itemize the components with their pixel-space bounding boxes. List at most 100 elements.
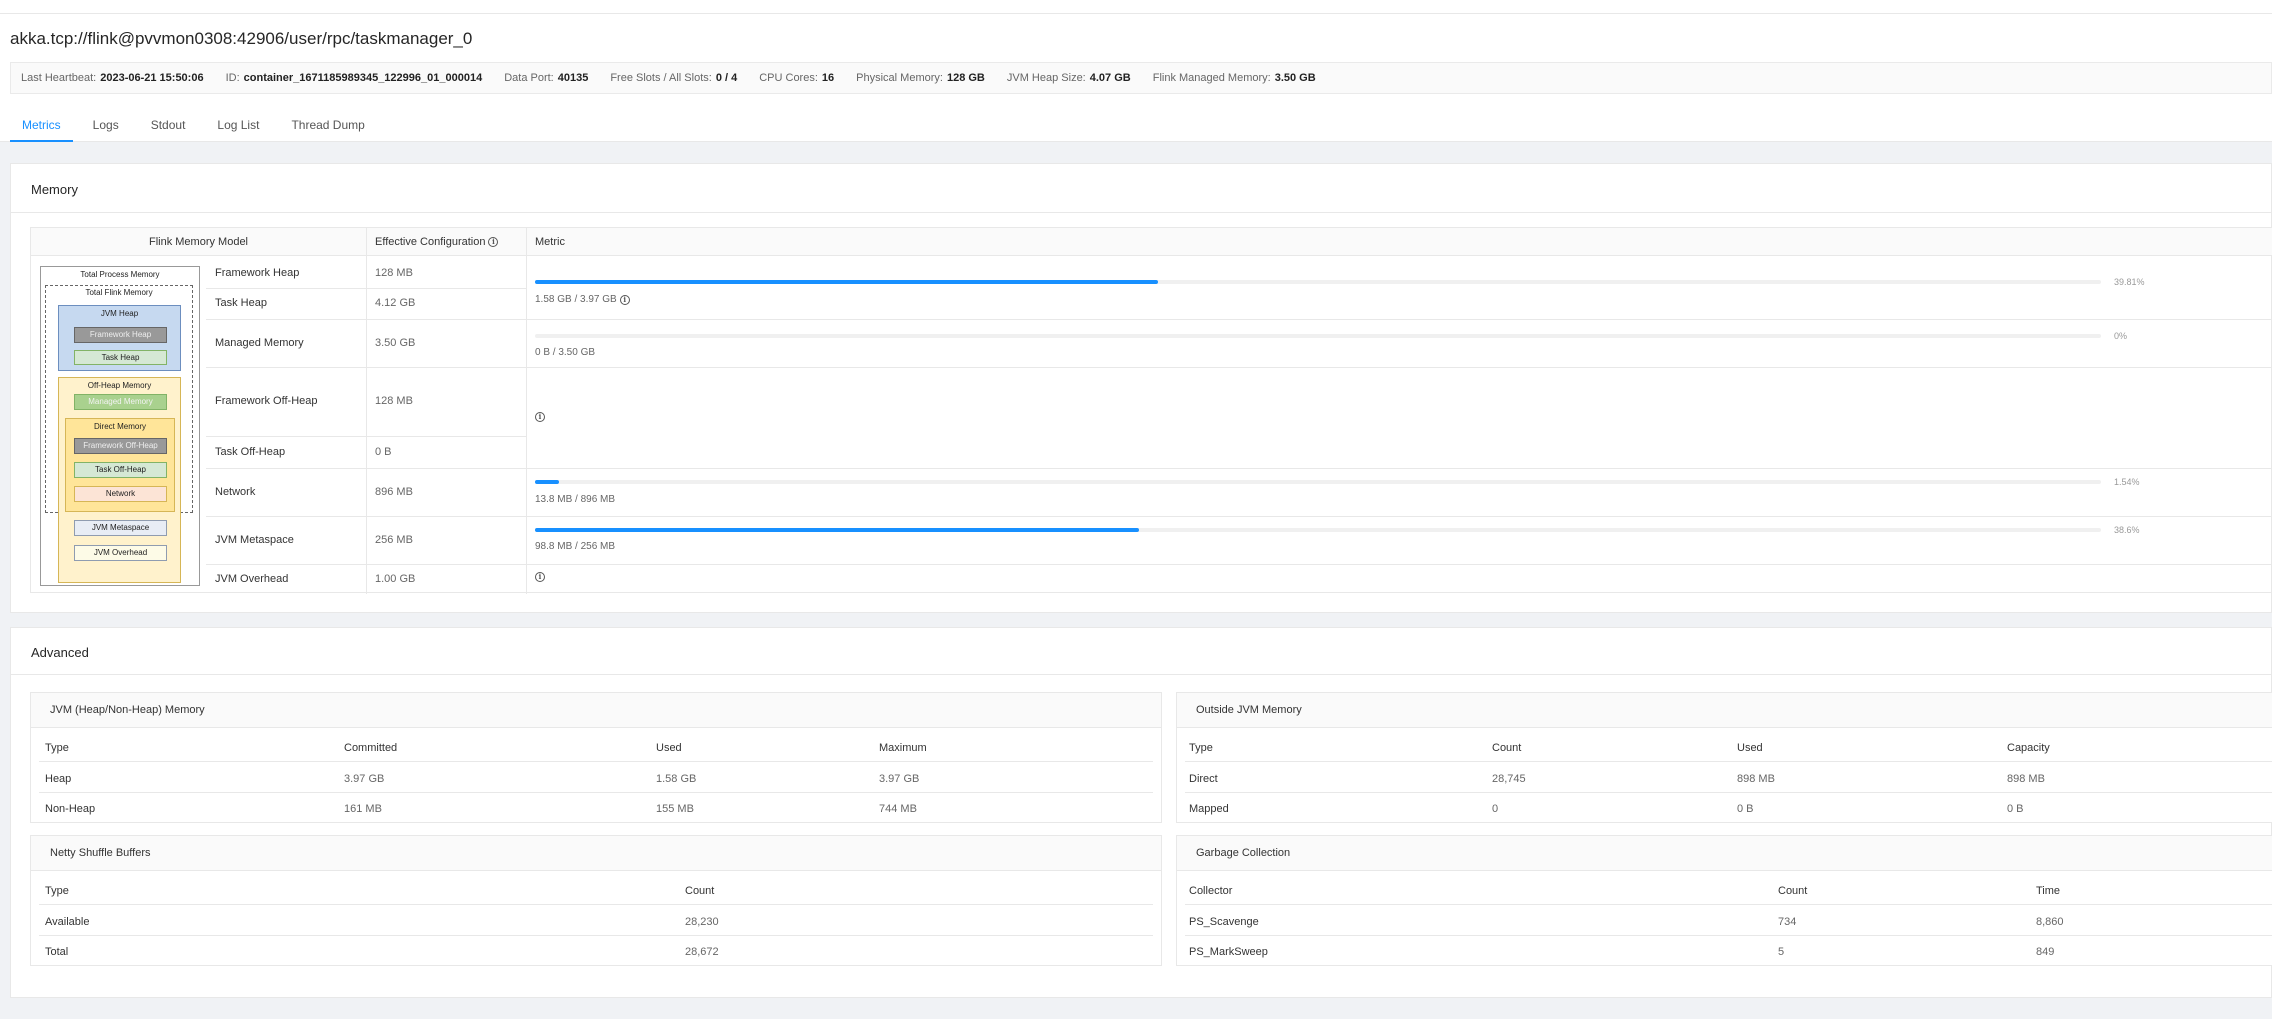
metaspace-progress-bar (535, 528, 2101, 532)
netty-title: Netty Shuffle Buffers (31, 836, 1161, 871)
jvm-memory-card: JVM (Heap/Non-Heap) Memory Type Committe… (30, 692, 1162, 823)
overhead-info: i (535, 572, 545, 582)
metaspace-usage-text: 98.8 MB / 256 MB (535, 541, 616, 552)
jvm-row-nonheap-committed: 161 MB (344, 803, 382, 815)
row-task-heap-config: 4.12 GB (375, 297, 416, 309)
memory-table: Flink Memory Model Effective Configurati… (30, 227, 2272, 594)
info-id: ID: container_1671185989345_122996_01_000… (225, 72, 483, 84)
outside-row-mapped-used: 0 B (1737, 803, 1754, 815)
tab-stdout[interactable]: Stdout (139, 114, 198, 142)
memory-title: Memory (31, 182, 78, 197)
gc-row-scavenge-collector: PS_Scavenge (1189, 916, 1259, 928)
row-framework-offheap-label: Framework Off-Heap (215, 395, 318, 407)
network-progress-fill (535, 480, 560, 484)
heap-progress-bar (535, 280, 2101, 284)
jvm-row-nonheap-type: Non-Heap (45, 803, 96, 815)
info-jvm-heap: JVM Heap Size: 4.07 GB (1006, 72, 1131, 84)
outside-jvm-card: Outside JVM Memory Type Count Used Capac… (1176, 692, 2272, 823)
gc-row-scavenge-time: 8,860 (2036, 916, 2064, 928)
diagram-managed: Managed Memory (74, 394, 167, 410)
gc-title: Garbage Collection (1177, 836, 2272, 871)
row-metaspace-label: JVM Metaspace (215, 534, 294, 546)
jvm-col-maximum: Maximum (879, 742, 927, 754)
outside-row-mapped-type: Mapped (1189, 803, 1229, 815)
jvm-col-committed: Committed (344, 742, 398, 754)
netty-row-total-count: 28,672 (685, 946, 719, 958)
diagram-framework-heap: Framework Heap (74, 327, 167, 343)
row-framework-heap-label: Framework Heap (215, 267, 300, 279)
gc-col-collector: Collector (1189, 885, 1233, 897)
outside-row-direct-capacity: 898 MB (2007, 773, 2045, 785)
header-effective-config: Effective Configuration i (366, 228, 526, 256)
info-icon[interactable]: i (535, 412, 545, 422)
info-physical-memory: Physical Memory: 128 GB (856, 72, 985, 84)
netty-buffers-card: Netty Shuffle Buffers Type Count Availab… (30, 835, 1162, 966)
jvm-row-heap-used: 1.58 GB (656, 773, 697, 785)
diagram-framework-off-heap: Framework Off-Heap (74, 438, 167, 454)
row-network-config: 896 MB (375, 486, 413, 498)
netty-col-type: Type (45, 885, 69, 897)
info-icon[interactable]: i (619, 294, 630, 305)
advanced-title: Advanced (31, 645, 89, 660)
info-cpu-cores: CPU Cores: 16 (759, 72, 835, 84)
netty-row-total-type: Total (45, 946, 69, 958)
managed-progress-pct: 0% (2114, 331, 2128, 341)
row-overhead-label: JVM Overhead (215, 573, 289, 585)
page-title: akka.tcp://flink@pvvmon0308:42906/user/r… (10, 29, 473, 48)
outside-col-count: Count (1492, 742, 1522, 754)
jvm-row-nonheap-maximum: 744 MB (879, 803, 917, 815)
diagram-jvm-metaspace: JVM Metaspace (74, 520, 167, 536)
metaspace-progress-pct: 38.6% (2114, 525, 2140, 535)
diagram-total-process: Total Process Memory (80, 270, 160, 279)
managed-progress-bar (535, 334, 2101, 338)
row-managed-config: 3.50 GB (375, 337, 416, 349)
info-managed-memory: Flink Managed Memory: 3.50 GB (1152, 72, 1316, 84)
network-progress-bar (535, 480, 2101, 484)
outside-jvm-title: Outside JVM Memory (1177, 693, 2272, 728)
network-progress-pct: 1.54% (2114, 477, 2140, 487)
page-header: akka.tcp://flink@pvvmon0308:42906/user/r… (0, 14, 2272, 142)
jvm-memory-title: JVM (Heap/Non-Heap) Memory (31, 693, 1161, 728)
heap-progress-fill (535, 280, 1159, 284)
memory-card: Memory Flink Memory Model Effective Conf… (10, 163, 2272, 613)
tab-metrics[interactable]: Metrics (10, 114, 73, 142)
managed-usage-text: 0 B / 3.50 GB (535, 347, 596, 358)
row-managed-label: Managed Memory (215, 337, 304, 349)
tab-logs[interactable]: Logs (81, 114, 131, 142)
gc-col-count: Count (1778, 885, 1808, 897)
diagram-network: Network (74, 486, 167, 502)
row-network-label: Network (215, 486, 256, 498)
row-metaspace-config: 256 MB (375, 534, 413, 546)
tab-bar: Metrics Logs Stdout Log List Thread Dump (10, 114, 385, 142)
garbage-collection-card: Garbage Collection Collector Count Time … (1176, 835, 2272, 966)
outside-row-mapped-capacity: 0 B (2007, 803, 2024, 815)
jvm-row-nonheap-used: 155 MB (656, 803, 694, 815)
outside-col-capacity: Capacity (2007, 742, 2050, 754)
heap-progress-pct: 39.81% (2114, 277, 2145, 287)
outside-col-type: Type (1189, 742, 1213, 754)
info-icon[interactable]: i (535, 572, 545, 582)
netty-row-available-type: Available (45, 916, 90, 928)
offheap-info: i (535, 412, 545, 422)
diagram-task-off-heap: Task Off-Heap (74, 462, 167, 478)
tab-thread-dump[interactable]: Thread Dump (279, 114, 376, 142)
row-task-offheap-label: Task Off-Heap (215, 446, 286, 458)
info-data-port: Data Port: 40135 (504, 72, 589, 84)
diagram-jvm-overhead: JVM Overhead (74, 545, 167, 561)
jvm-col-type: Type (45, 742, 69, 754)
gc-row-marksweep-count: 5 (1778, 946, 1785, 958)
gc-row-scavenge-count: 734 (1778, 916, 1797, 928)
tab-log-list[interactable]: Log List (205, 114, 271, 142)
info-slots: Free Slots / All Slots: 0 / 4 (610, 72, 738, 84)
memory-model-diagram: Total Process Memory Total Flink Memory … (40, 266, 200, 586)
gc-col-time: Time (2036, 885, 2061, 897)
info-bar: Last Heartbeat: 2023-06-21 15:50:06 ID: co… (10, 62, 2272, 94)
info-icon[interactable]: i (488, 236, 499, 247)
outside-row-direct-type: Direct (1189, 773, 1218, 785)
row-task-heap-label: Task Heap (215, 297, 267, 309)
gc-row-marksweep-collector: PS_MarkSweep (1189, 946, 1268, 958)
heap-usage-text: 1.58 GB / 3.97 GB i (535, 294, 630, 305)
row-task-offheap-config: 0 B (375, 446, 392, 458)
row-overhead-config: 1.00 GB (375, 573, 416, 585)
outside-row-direct-count: 28,745 (1492, 773, 1526, 785)
